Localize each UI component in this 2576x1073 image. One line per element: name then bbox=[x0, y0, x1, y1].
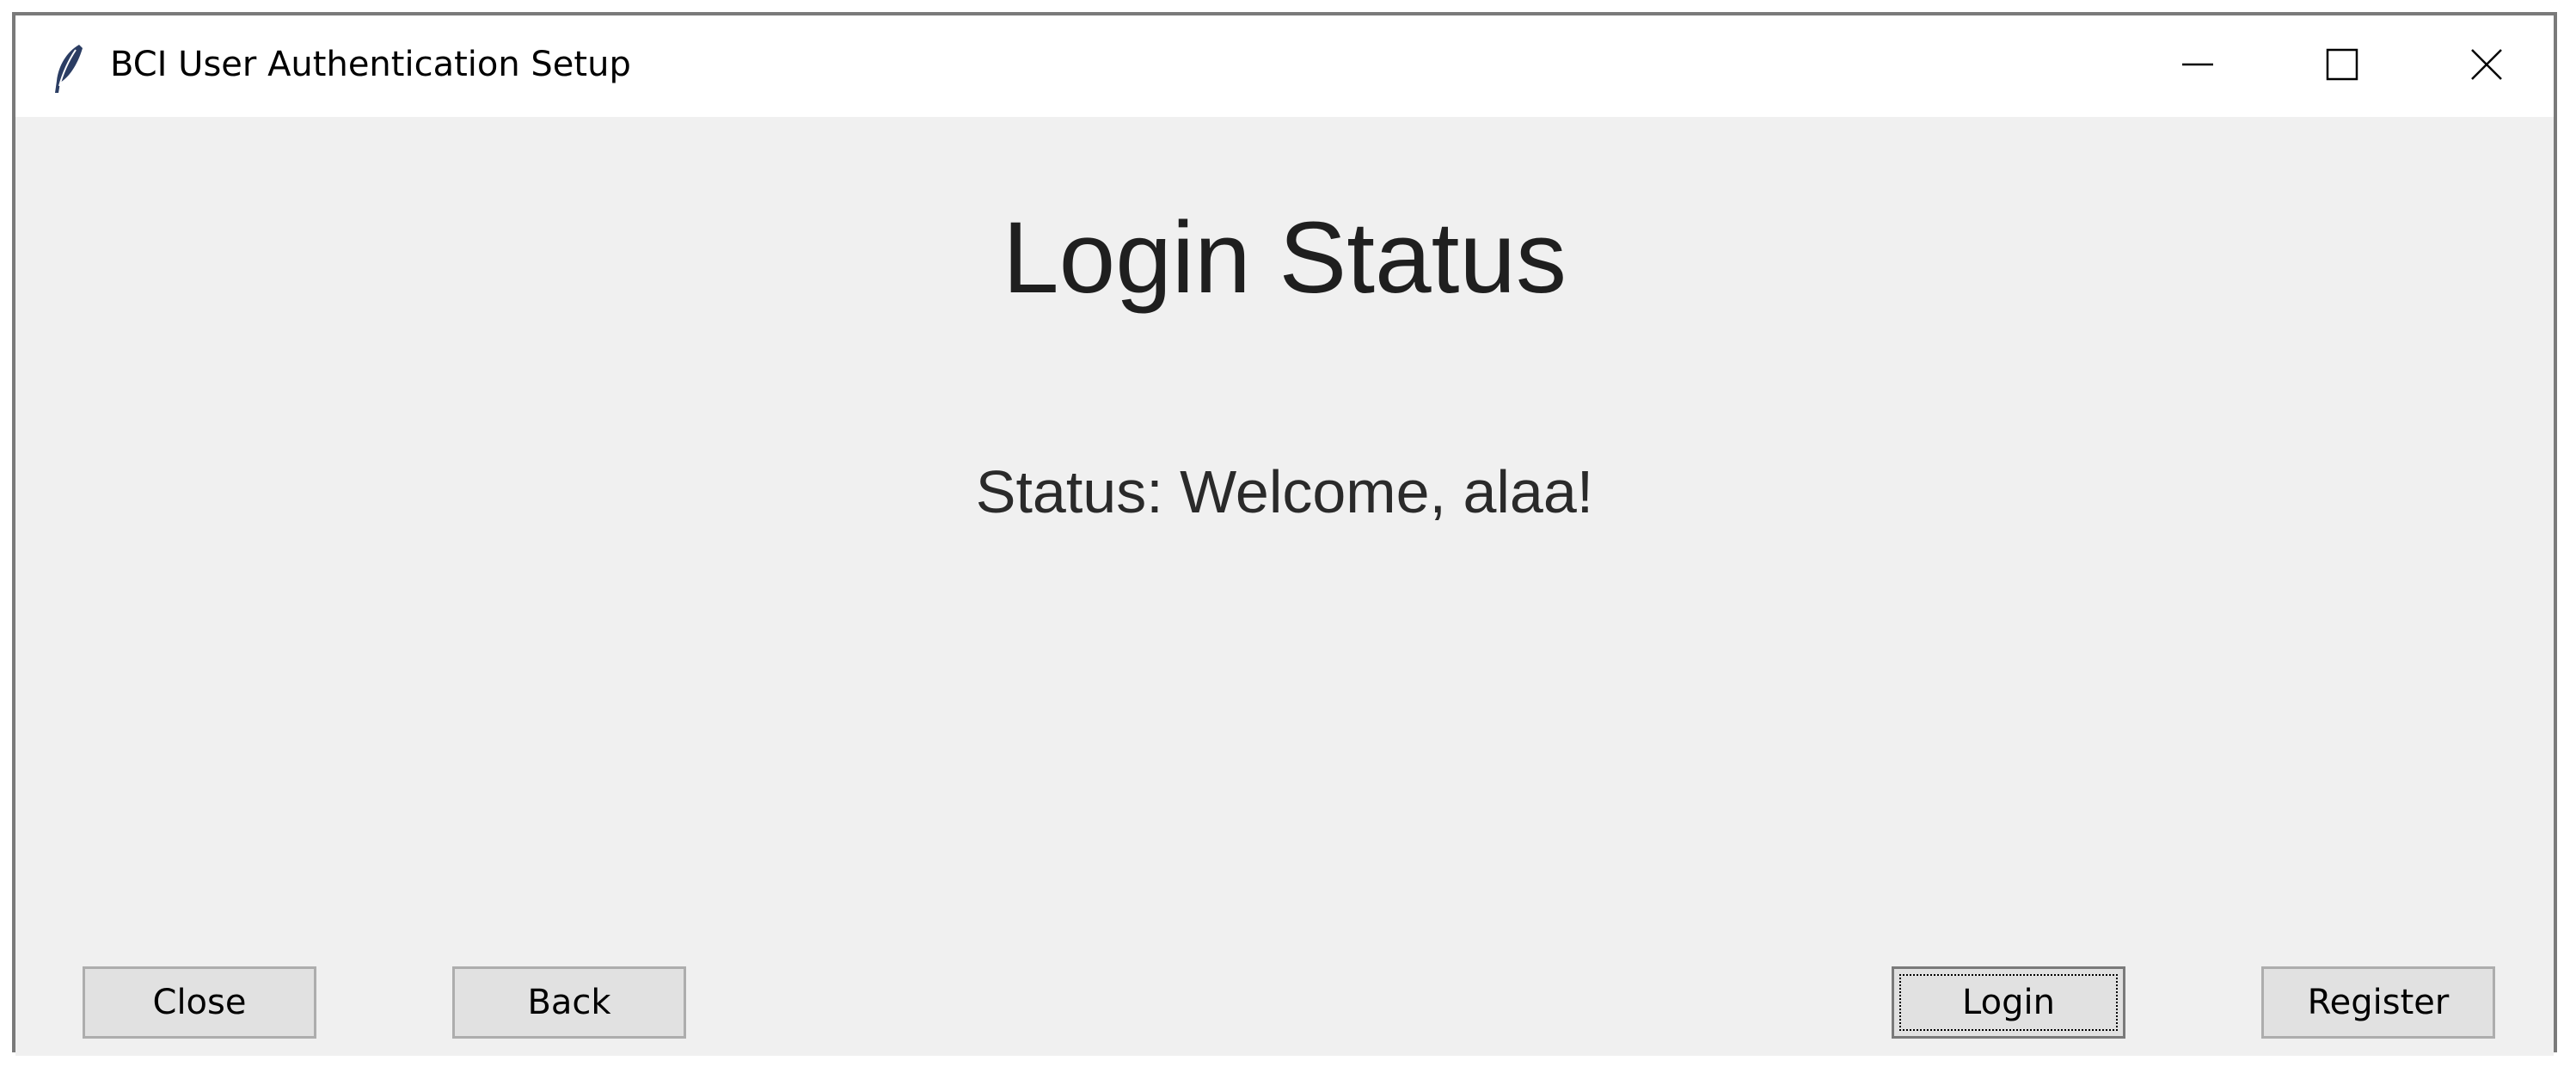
maximize-button[interactable] bbox=[2270, 15, 2414, 117]
login-button[interactable]: Login bbox=[1892, 966, 2125, 1039]
minimize-icon bbox=[2180, 47, 2215, 86]
back-button-label: Back bbox=[527, 983, 611, 1022]
status-label: Status: Welcome, alaa! bbox=[975, 458, 1594, 525]
minimize-button[interactable] bbox=[2125, 15, 2270, 117]
app-window: BCI User Authentication Setup Login Stat… bbox=[12, 12, 2557, 1056]
close-button-label: Close bbox=[152, 983, 247, 1022]
page-title: Login Status bbox=[1002, 201, 1567, 315]
close-button[interactable]: Close bbox=[83, 966, 316, 1039]
register-button[interactable]: Register bbox=[2261, 966, 2495, 1039]
back-button[interactable]: Back bbox=[452, 966, 686, 1039]
title-bar[interactable]: BCI User Authentication Setup bbox=[15, 15, 2554, 117]
maximize-icon bbox=[2325, 47, 2359, 86]
close-window-button[interactable] bbox=[2414, 15, 2559, 117]
window-title: BCI User Authentication Setup bbox=[110, 45, 631, 84]
main-content: Login Status Status: Welcome, alaa! Clos… bbox=[15, 117, 2554, 1056]
focus-ring bbox=[1899, 974, 2118, 1031]
register-button-label: Register bbox=[2307, 983, 2450, 1022]
feather-icon bbox=[50, 43, 88, 95]
close-icon bbox=[2469, 47, 2504, 86]
